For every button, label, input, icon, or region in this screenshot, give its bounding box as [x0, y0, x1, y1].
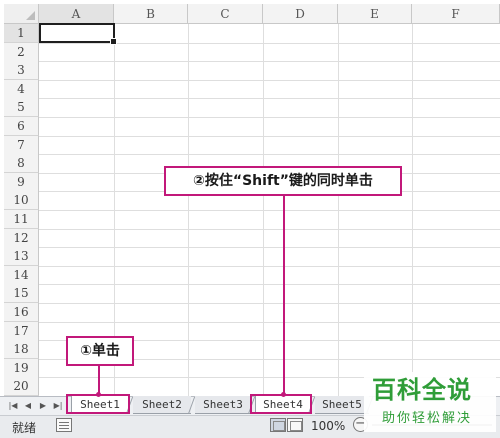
- row-header-1[interactable]: 1: [4, 24, 39, 43]
- column-header-d[interactable]: D: [263, 4, 338, 24]
- row-header-9[interactable]: 9: [4, 172, 39, 192]
- row-header-13[interactable]: 13: [4, 247, 39, 267]
- row-gridline: [39, 321, 500, 323]
- row-gridline: [39, 154, 500, 156]
- shift-click-callout: ②按住“Shift”键的同时单击: [164, 166, 402, 196]
- select-all-corner[interactable]: [4, 4, 39, 24]
- sheet1-highlight: [66, 394, 130, 414]
- column-gridline: [338, 24, 339, 396]
- column-gridline: [412, 24, 413, 396]
- row-header-18[interactable]: 18: [4, 340, 39, 360]
- column-header-f[interactable]: F: [412, 4, 500, 24]
- sheet-nav-buttons: |◀ ◀ ▶ ▶|: [4, 398, 66, 413]
- row-gridline: [39, 61, 500, 63]
- row-header-5[interactable]: 5: [4, 98, 39, 118]
- column-gridline: [188, 24, 189, 396]
- column-header-c[interactable]: C: [188, 4, 263, 24]
- column-gridline: [263, 24, 264, 396]
- row-header-4[interactable]: 4: [4, 79, 39, 99]
- row-header-19[interactable]: 19: [4, 358, 39, 378]
- row-gridline: [39, 303, 500, 304]
- row-gridline: [39, 79, 500, 81]
- sheet-tab-sheet3[interactable]: Sheet3: [195, 396, 251, 414]
- sheet-tab-sheet5[interactable]: Sheet5: [315, 396, 369, 414]
- active-cell-a1[interactable]: [39, 23, 117, 45]
- row-header-14[interactable]: 14: [4, 265, 39, 285]
- row-header-7[interactable]: 7: [4, 135, 39, 155]
- row-gridline: [39, 247, 500, 249]
- row-header-17[interactable]: 17: [4, 321, 39, 341]
- row-header-2[interactable]: 2: [4, 42, 39, 62]
- sheet4-highlight: [250, 394, 312, 414]
- row-header-10[interactable]: 10: [4, 191, 39, 211]
- spreadsheet-window: A B C D E F 1 2 3 4 5 6 7 8 9 10 11 12 13 14 15 16 17 18 19 20 |◀ ◀…: [0, 0, 500, 438]
- row-gridline: [39, 210, 500, 211]
- watermark-logo-title: 百科全说: [372, 376, 472, 404]
- zoom-level[interactable]: 100%: [311, 419, 345, 433]
- last-sheet-icon[interactable]: ▶|: [53, 400, 63, 412]
- row-header-11[interactable]: 11: [4, 210, 39, 229]
- prev-sheet-icon[interactable]: ◀: [23, 400, 33, 412]
- next-sheet-icon[interactable]: ▶: [38, 400, 48, 412]
- row-gridline: [39, 284, 500, 286]
- row-gridline: [39, 117, 500, 118]
- watermark-logo-subtitle: 助你轻松解决: [382, 411, 473, 426]
- row-gridline: [39, 265, 500, 267]
- row-header-15[interactable]: 15: [4, 284, 39, 304]
- row-header-3[interactable]: 3: [4, 61, 39, 81]
- column-header-a[interactable]: A: [39, 4, 114, 24]
- row-header-8[interactable]: 8: [4, 154, 39, 174]
- column-header-e[interactable]: E: [338, 4, 412, 24]
- click-callout: ①单击: [66, 336, 134, 366]
- column-header-b[interactable]: B: [114, 4, 188, 24]
- row-gridline: [39, 98, 500, 100]
- row-header-16[interactable]: 16: [4, 303, 39, 322]
- row-gridline: [39, 135, 500, 137]
- sheet-tab-sheet2[interactable]: Sheet2: [133, 396, 191, 414]
- row-header-20[interactable]: 20: [4, 377, 39, 397]
- macro-record-icon[interactable]: [56, 418, 72, 432]
- first-sheet-icon[interactable]: |◀: [8, 400, 18, 412]
- row-gridline: [39, 228, 500, 230]
- page-layout-view-icon[interactable]: [287, 418, 303, 432]
- row-header-12[interactable]: 12: [4, 228, 39, 248]
- shift-callout-pointer: [283, 196, 285, 396]
- status-ready-text: 就绪: [12, 421, 37, 435]
- row-header-6[interactable]: 6: [4, 117, 39, 136]
- normal-view-icon[interactable]: [270, 418, 286, 432]
